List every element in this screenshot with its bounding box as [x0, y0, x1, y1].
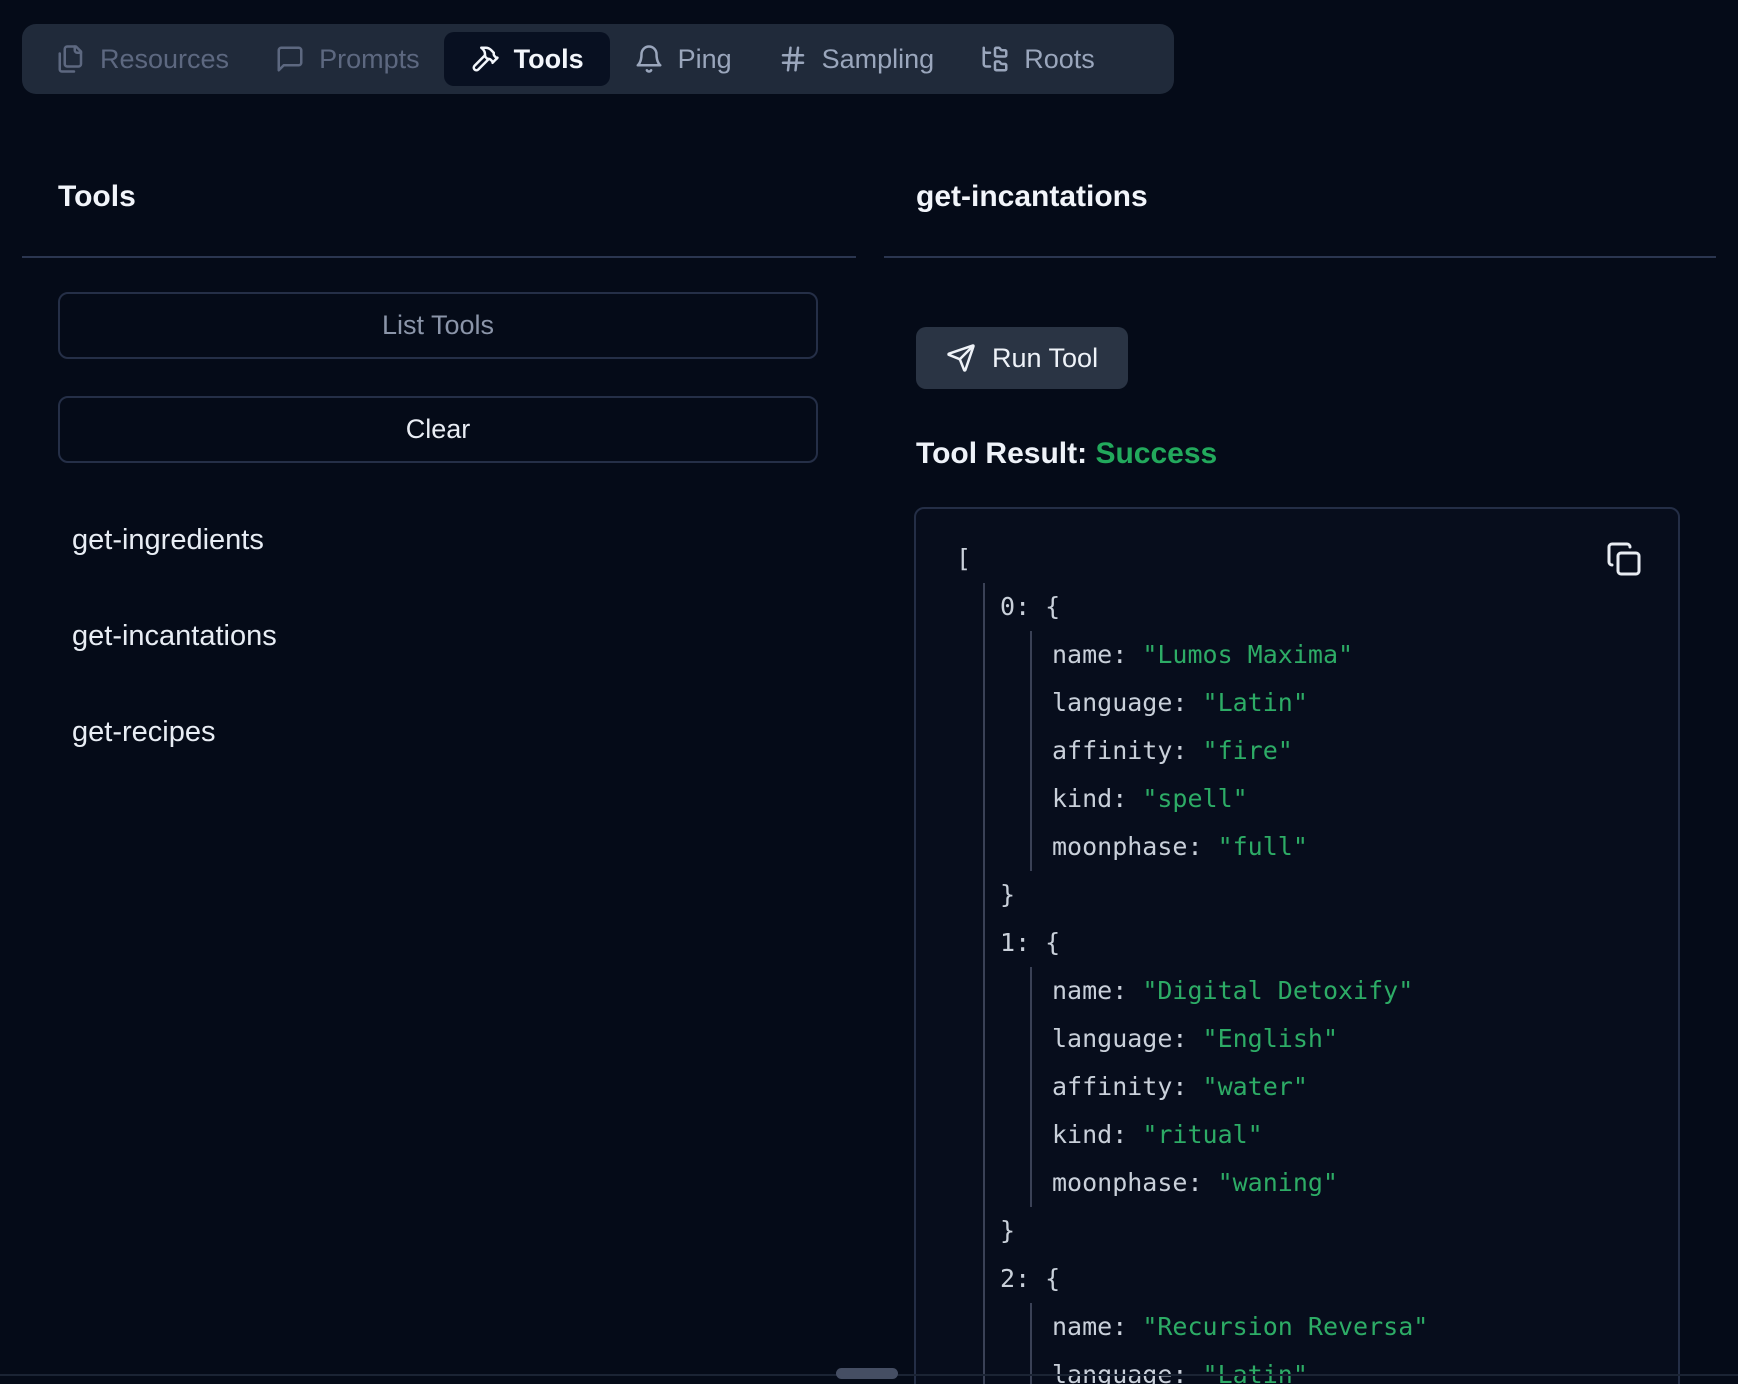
tool-result-label: Tool Result: — [916, 437, 1087, 470]
tool-result-line: Tool Result: Success — [916, 437, 1217, 471]
tab-tools[interactable]: Tools — [444, 32, 610, 86]
send-icon — [946, 343, 976, 373]
copy-button[interactable] — [1606, 541, 1644, 579]
chat-bubble-icon — [275, 44, 305, 74]
tool-result-panel: [0: {name: "Lumos Maxima"language: "Lati… — [914, 507, 1680, 1384]
json-entry-close: } — [1000, 1207, 1678, 1255]
json-property: moonphase: "full" — [1052, 823, 1678, 871]
json-entry-open: 0: { — [1000, 583, 1678, 631]
json-property: affinity: "water" — [1052, 1063, 1678, 1111]
run-tool-label: Run Tool — [992, 343, 1098, 374]
tab-label: Prompts — [319, 44, 420, 75]
json-property: moonphase: "waning" — [1052, 1159, 1678, 1207]
tab-roots[interactable]: Roots — [958, 24, 1117, 94]
json-property: language: "Latin" — [1052, 1351, 1678, 1384]
json-entry-close: } — [1000, 871, 1678, 919]
json-entry-open: 2: { — [1000, 1255, 1678, 1303]
json-property: language: "English" — [1052, 1015, 1678, 1063]
json-property: affinity: "fire" — [1052, 727, 1678, 775]
files-icon — [56, 44, 86, 74]
tab-label: Sampling — [822, 44, 935, 75]
json-property: language: "Latin" — [1052, 679, 1678, 727]
bell-icon — [634, 44, 664, 74]
hammer-icon — [470, 44, 500, 74]
json-array-open: [ — [956, 535, 1678, 583]
tab-resources[interactable]: Resources — [34, 24, 251, 94]
folder-tree-icon — [980, 44, 1010, 74]
tab-ping[interactable]: Ping — [612, 24, 754, 94]
tools-panel-title: Tools — [58, 180, 136, 214]
json-tree: [0: {name: "Lumos Maxima"language: "Lati… — [916, 509, 1678, 1384]
tool-list-item[interactable]: get-ingredients — [72, 522, 277, 558]
tool-list-item[interactable]: get-incantations — [72, 618, 277, 654]
tool-list-item[interactable]: get-recipes — [72, 714, 277, 750]
tab-label: Roots — [1024, 44, 1095, 75]
json-entry-open: 1: { — [1000, 919, 1678, 967]
tab-prompts[interactable]: Prompts — [253, 24, 442, 94]
tab-bar: Resources Prompts Tools Ping Sampling Roots — [22, 24, 1174, 94]
json-property: kind: "ritual" — [1052, 1111, 1678, 1159]
run-tool-button[interactable]: Run Tool — [916, 327, 1128, 389]
horizontal-scrollbar-thumb[interactable] — [836, 1368, 898, 1379]
tools-panel-divider — [22, 256, 856, 258]
tool-result-status: Success — [1095, 437, 1217, 470]
tab-label: Resources — [100, 44, 229, 75]
selected-tool-title: get-incantations — [916, 180, 1148, 214]
copy-icon — [1606, 541, 1642, 579]
tab-sampling[interactable]: Sampling — [756, 24, 957, 94]
hash-icon — [778, 44, 808, 74]
json-property: kind: "spell" — [1052, 775, 1678, 823]
tool-list: get-ingredients get-incantations get-recip… — [72, 522, 277, 750]
detail-panel-divider — [884, 256, 1716, 258]
clear-button[interactable]: Clear — [58, 396, 818, 463]
json-property: name: "Digital Detoxify" — [1052, 967, 1678, 1015]
json-property: name: "Lumos Maxima" — [1052, 631, 1678, 679]
tab-label: Tools — [514, 44, 584, 75]
json-property: name: "Recursion Reversa" — [1052, 1303, 1678, 1351]
list-tools-button[interactable]: List Tools — [58, 292, 818, 359]
tab-label: Ping — [678, 44, 732, 75]
